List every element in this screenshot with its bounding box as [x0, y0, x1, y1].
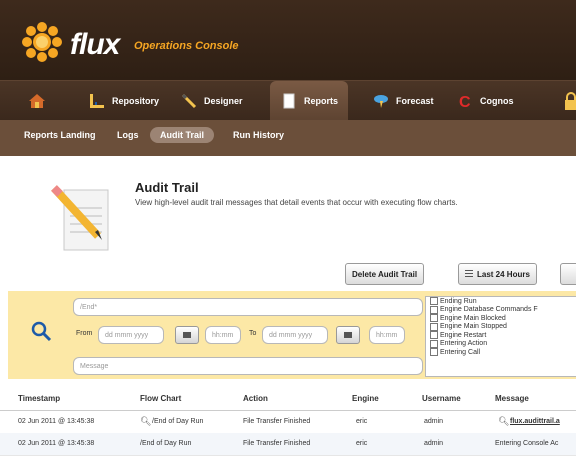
to-time-input[interactable]: hh:mm: [369, 326, 405, 344]
tab-label: Repository: [112, 96, 160, 106]
table-row[interactable]: 02 Jun 2011 @ 13:45:38 /End of Day Run F…: [0, 433, 576, 456]
main-tabbar: Repository Designer Reports Forecast C C…: [0, 80, 576, 121]
brand-name: flux: [70, 28, 120, 61]
delete-audit-trail-button[interactable]: Delete Audit Trail: [345, 263, 425, 285]
action-option[interactable]: Engine Main Stopped: [430, 322, 576, 332]
list-icon: [465, 270, 473, 278]
calendar-icon: [344, 332, 352, 338]
document-icon: [283, 93, 295, 109]
message-cell: Entering Console Ac: [495, 440, 559, 447]
column-header[interactable]: Username: [422, 394, 461, 403]
tab-cognos[interactable]: C Cognos: [456, 81, 514, 121]
magnifier-icon[interactable]: 🔍︎: [140, 416, 151, 427]
subnav-audit-trail[interactable]: Audit Trail: [150, 127, 215, 143]
subnav-run-history[interactable]: Run History: [233, 130, 284, 140]
cloud-icon: [374, 95, 388, 108]
from-label: From: [76, 330, 93, 337]
action-checklist[interactable]: Ending Run Engine Database Commands F En…: [425, 296, 576, 377]
cognos-icon: C: [459, 94, 471, 110]
checkbox[interactable]: [430, 305, 438, 314]
to-calendar-button[interactable]: [336, 326, 360, 344]
document-pencil-icon: [51, 185, 109, 251]
action-option-label: Ending Run: [440, 297, 477, 305]
checkbox[interactable]: [430, 322, 438, 331]
action-option-label: Engine Restart: [440, 331, 487, 339]
tab-forecast[interactable]: Forecast: [372, 81, 434, 121]
checkbox[interactable]: [430, 331, 438, 340]
message-link[interactable]: flux.audittrail.a: [510, 418, 560, 425]
action-option-label: Entering Action: [440, 340, 488, 348]
page-title: Audit Trail: [135, 180, 199, 195]
action-option[interactable]: Engine Restart: [430, 331, 576, 340]
action-option-label: Engine Main Blocked: [440, 314, 506, 322]
username-cell: admin: [424, 440, 444, 447]
flow-chart-link[interactable]: /End of Day Run: [152, 418, 203, 425]
action-option[interactable]: Entering Action: [430, 339, 576, 349]
action-option-label: Entering Call: [440, 348, 481, 356]
engine-cell: eric: [356, 440, 368, 447]
from-time-input[interactable]: hh:mm: [205, 326, 241, 344]
lock-icon[interactable]: [564, 92, 576, 110]
column-header[interactable]: Action: [243, 394, 268, 403]
calendar-icon: [183, 332, 191, 338]
tab-label: Forecast: [396, 96, 434, 106]
tab-label: Designer: [204, 96, 243, 106]
tab-designer[interactable]: Designer: [180, 81, 243, 121]
tab-home[interactable]: [28, 81, 52, 121]
timestamp-cell: 02 Jun 2011 @ 13:45:38: [18, 440, 95, 447]
subnav-logs[interactable]: Logs: [117, 130, 139, 140]
action-cell: File Transfer Finished: [243, 418, 311, 425]
sub-navigation: Reports Landing Logs Audit Trail Run His…: [0, 120, 576, 156]
column-header[interactable]: Flow Chart: [140, 394, 181, 403]
to-label: To: [249, 330, 257, 337]
tab-reports[interactable]: Reports: [270, 81, 349, 121]
app-header: flux Operations Console: [0, 0, 576, 80]
ruler-icon: [90, 94, 104, 108]
brand-subtitle: Operations Console: [134, 40, 239, 52]
action-option[interactable]: Entering Call: [430, 348, 576, 357]
tab-label: Reports: [304, 96, 339, 106]
home-icon: [29, 94, 45, 108]
last-24-hours-button[interactable]: Last 24 Hours: [458, 263, 537, 285]
pencil-icon: [181, 93, 197, 109]
from-date-input[interactable]: dd mmm yyyy: [98, 326, 164, 344]
column-header[interactable]: Timestamp: [18, 394, 60, 403]
flux-logo-icon: [22, 22, 62, 62]
range-label: Last 24 Hours: [477, 269, 530, 279]
checkbox[interactable]: [430, 314, 438, 323]
subnav-reports-landing[interactable]: Reports Landing: [24, 130, 96, 140]
calendar-button[interactable]: [560, 263, 576, 285]
flow-chart-cell[interactable]: /End of Day Run: [140, 440, 191, 447]
action-option-label: Engine Main Stopped: [440, 323, 507, 331]
checkbox[interactable]: [430, 348, 438, 357]
username-cell: admin: [424, 418, 444, 425]
flowchart-filter-input[interactable]: /End*: [73, 298, 423, 316]
message-filter-input[interactable]: Message: [73, 357, 423, 375]
from-calendar-button[interactable]: [175, 326, 199, 344]
column-header[interactable]: Message: [495, 394, 529, 403]
action-option[interactable]: Engine Database Commands F: [430, 305, 576, 315]
checkbox[interactable]: [430, 339, 438, 348]
magnifier-icon[interactable]: 🔍︎: [498, 416, 509, 427]
table-row[interactable]: 02 Jun 2011 @ 13:45:38 🔍︎ /End of Day Ru…: [0, 411, 576, 434]
action-option[interactable]: Engine Main Blocked: [430, 314, 576, 323]
action-cell: File Transfer Finished: [243, 440, 311, 447]
action-option-label: Engine Database Commands F: [440, 306, 538, 314]
table-header: Timestamp Flow Chart Action Engine Usern…: [0, 388, 576, 411]
to-date-input[interactable]: dd mmm yyyy: [262, 326, 328, 344]
checkbox[interactable]: [430, 297, 438, 306]
tab-repository[interactable]: Repository: [88, 81, 159, 121]
tab-label: Cognos: [480, 96, 514, 106]
svg-text:C: C: [459, 94, 471, 110]
search-icon[interactable]: [30, 320, 52, 342]
action-option[interactable]: Ending Run: [430, 297, 576, 306]
page-description: View high-level audit trail messages tha…: [135, 198, 458, 207]
timestamp-cell: 02 Jun 2011 @ 13:45:38: [18, 418, 95, 425]
column-header[interactable]: Engine: [352, 394, 379, 403]
engine-cell: eric: [356, 418, 368, 425]
